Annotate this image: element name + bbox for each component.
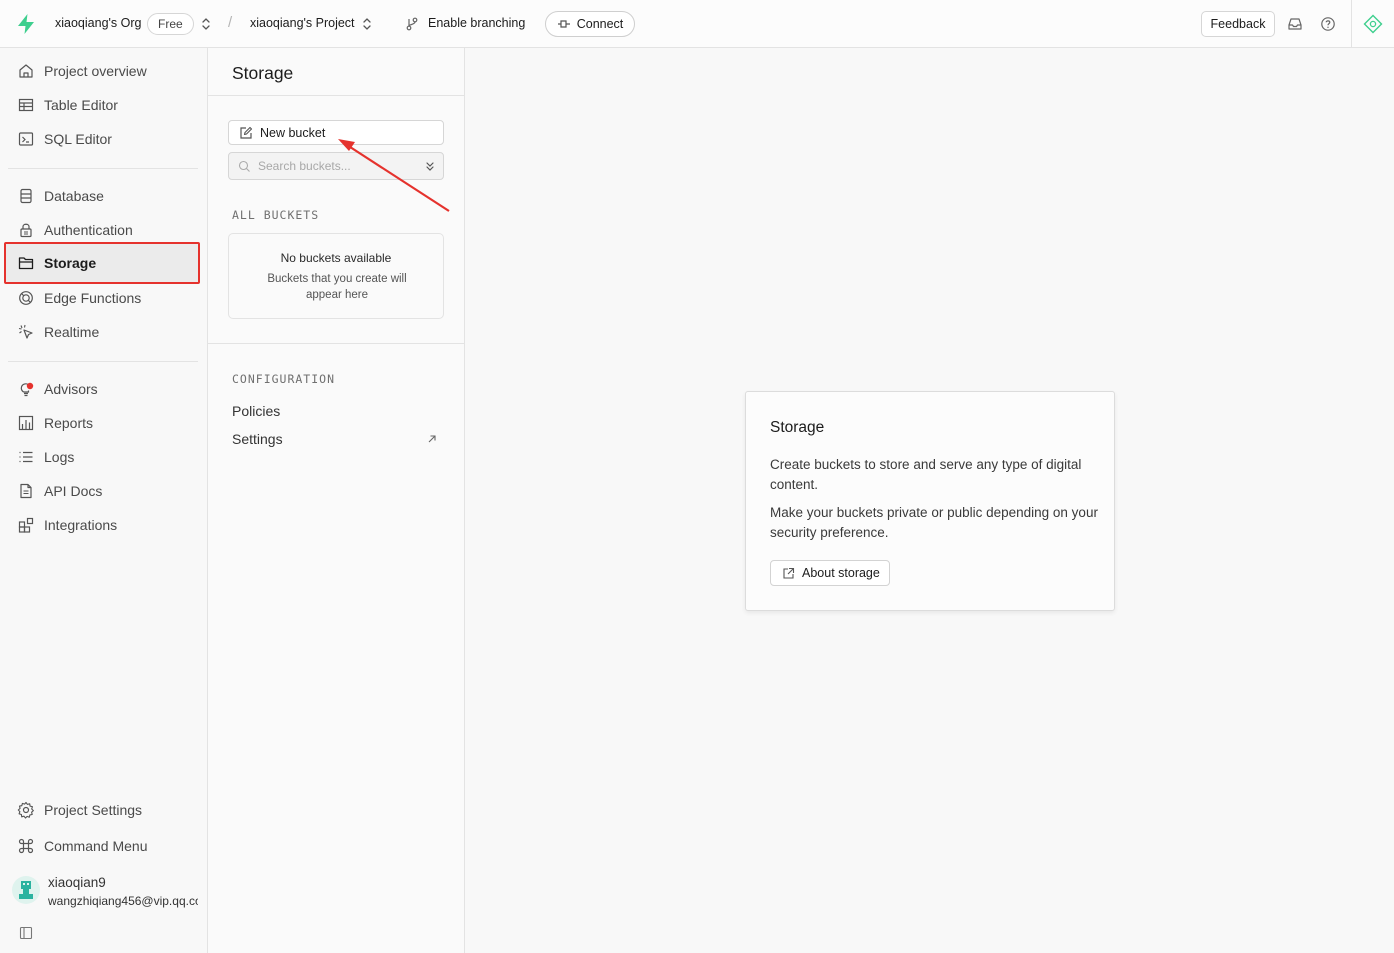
inbox-icon[interactable] xyxy=(1287,16,1303,32)
sidebar-divider xyxy=(8,168,198,169)
sidebar-divider xyxy=(8,361,198,362)
user-email: wangzhiqiang456@vip.qq.com xyxy=(48,894,198,908)
storage-info-card: Storage Create buckets to store and serv… xyxy=(745,391,1115,611)
topbar-divider xyxy=(1351,0,1352,48)
table-icon xyxy=(17,96,35,114)
feedback-button[interactable]: Feedback xyxy=(1201,11,1275,37)
gear-icon xyxy=(17,801,35,819)
new-bucket-label: New bucket xyxy=(260,125,326,140)
external-link-icon xyxy=(782,567,795,580)
connect-label: Connect xyxy=(576,17,624,31)
empty-title: No buckets available xyxy=(280,251,392,265)
sidebar-item-integrations[interactable]: Integrations xyxy=(8,508,198,542)
sidebar-item-sql-editor[interactable]: SQL Editor xyxy=(8,122,198,156)
card-title: Storage xyxy=(770,419,825,436)
terminal-icon xyxy=(17,130,35,148)
new-bucket-button[interactable]: New bucket xyxy=(228,120,444,145)
empty-buckets-card: No buckets available Buckets that you cr… xyxy=(228,233,444,319)
sidebar-item-label: Database xyxy=(44,188,104,204)
sidebar-item-label: Project Settings xyxy=(44,802,143,818)
breadcrumb-separator: / xyxy=(228,14,233,31)
cursor-click-icon xyxy=(17,323,35,341)
sidebar-item-label: Table Editor xyxy=(44,97,118,113)
empty-description: Buckets that you create will appear here xyxy=(267,273,407,301)
user-name: xiaoqian9 xyxy=(48,875,106,890)
enable-branching-button[interactable]: Enable branching xyxy=(428,16,525,30)
sort-chevrons-icon[interactable] xyxy=(424,160,436,173)
card-description-2: Make your buckets private or public depe… xyxy=(770,505,1098,540)
connect-button[interactable]: Connect xyxy=(545,11,635,37)
left-sidebar: Project overview Table Editor SQL Editor… xyxy=(0,48,208,953)
configuration-heading: CONFIGURATION xyxy=(232,372,336,386)
all-buckets-heading: ALL BUCKETS xyxy=(232,208,320,222)
search-icon xyxy=(238,160,251,173)
sidebar-item-advisors[interactable]: Advisors xyxy=(8,372,198,406)
chart-icon xyxy=(17,414,35,432)
panel-title: Storage xyxy=(232,63,294,83)
project-switcher-chevron-icon[interactable] xyxy=(361,17,373,31)
main-content: Storage Create buckets to store and serv… xyxy=(465,48,1394,953)
external-arrow-icon xyxy=(427,434,437,444)
sidebar-item-label: Command Menu xyxy=(44,838,148,854)
archive-icon xyxy=(17,254,35,272)
top-bar: xiaoqiang's Org Free / xiaoqiang's Proje… xyxy=(0,0,1394,48)
sidebar-collapse-icon[interactable] xyxy=(19,926,33,940)
sidebar-item-label: Integrations xyxy=(44,517,118,533)
home-icon xyxy=(17,62,35,80)
sidebar-item-project-overview[interactable]: Project overview xyxy=(8,54,198,88)
ai-assistant-icon[interactable] xyxy=(1363,14,1383,34)
sidebar-item-label: Reports xyxy=(44,415,94,431)
org-switcher-chevron-icon[interactable] xyxy=(200,17,212,31)
search-buckets-input[interactable] xyxy=(258,159,408,173)
sidebar-item-label: Authentication xyxy=(44,222,133,238)
plan-badge: Free xyxy=(147,13,194,35)
panel-divider xyxy=(208,343,465,344)
user-menu[interactable]: xiaoqian9 wangzhiqiang456@vip.qq.com xyxy=(12,874,202,914)
edge-functions-icon xyxy=(17,289,35,307)
lock-icon xyxy=(17,221,35,239)
sidebar-item-label: Advisors xyxy=(44,381,98,397)
about-storage-label: About storage xyxy=(802,566,880,580)
sidebar-item-table-editor[interactable]: Table Editor xyxy=(8,88,198,122)
supabase-logo-icon[interactable] xyxy=(15,13,37,35)
git-branch-icon xyxy=(405,17,419,31)
sidebar-item-api-docs[interactable]: API Docs xyxy=(8,474,198,508)
org-name[interactable]: xiaoqiang's Org xyxy=(55,16,141,30)
sidebar-item-database[interactable]: Database xyxy=(8,179,198,213)
sidebar-item-reports[interactable]: Reports xyxy=(8,406,198,440)
edit-icon xyxy=(239,126,253,140)
help-icon[interactable] xyxy=(1320,16,1336,32)
sidebar-item-logs[interactable]: Logs xyxy=(8,440,198,474)
plug-icon xyxy=(557,19,571,29)
sidebar-item-label: Project overview xyxy=(44,63,147,79)
sidebar-item-label: Realtime xyxy=(44,324,100,340)
blocks-icon xyxy=(17,516,35,534)
project-name[interactable]: xiaoqiang's Project xyxy=(250,16,355,30)
sidebar-item-storage[interactable]: Storage xyxy=(4,242,200,284)
about-storage-button[interactable]: About storage xyxy=(770,560,890,586)
file-text-icon xyxy=(17,482,35,500)
list-icon xyxy=(17,448,35,466)
panel-divider xyxy=(208,95,465,96)
sidebar-item-realtime[interactable]: Realtime xyxy=(8,315,198,349)
policies-link[interactable]: Policies xyxy=(232,403,280,419)
settings-link[interactable]: Settings xyxy=(232,431,283,447)
sidebar-item-edge-functions[interactable]: Edge Functions xyxy=(8,281,198,315)
sidebar-item-label: Storage xyxy=(44,255,97,271)
command-icon xyxy=(17,837,35,855)
sidebar-item-label: SQL Editor xyxy=(44,131,112,147)
storage-menu-panel: Storage New bucket ALL BUCKETS No bucket… xyxy=(208,48,465,953)
sidebar-item-label: Edge Functions xyxy=(44,290,142,306)
sidebar-item-project-settings[interactable]: Project Settings xyxy=(8,793,198,827)
sidebar-item-label: Logs xyxy=(44,449,75,465)
sidebar-item-command-menu[interactable]: Command Menu xyxy=(8,829,198,863)
database-icon xyxy=(17,187,35,205)
avatar xyxy=(12,876,40,904)
sidebar-item-label: API Docs xyxy=(44,483,103,499)
search-buckets-field[interactable] xyxy=(228,152,444,180)
lightbulb-icon xyxy=(17,380,35,398)
card-description-1: Create buckets to store and serve any ty… xyxy=(770,457,1082,492)
